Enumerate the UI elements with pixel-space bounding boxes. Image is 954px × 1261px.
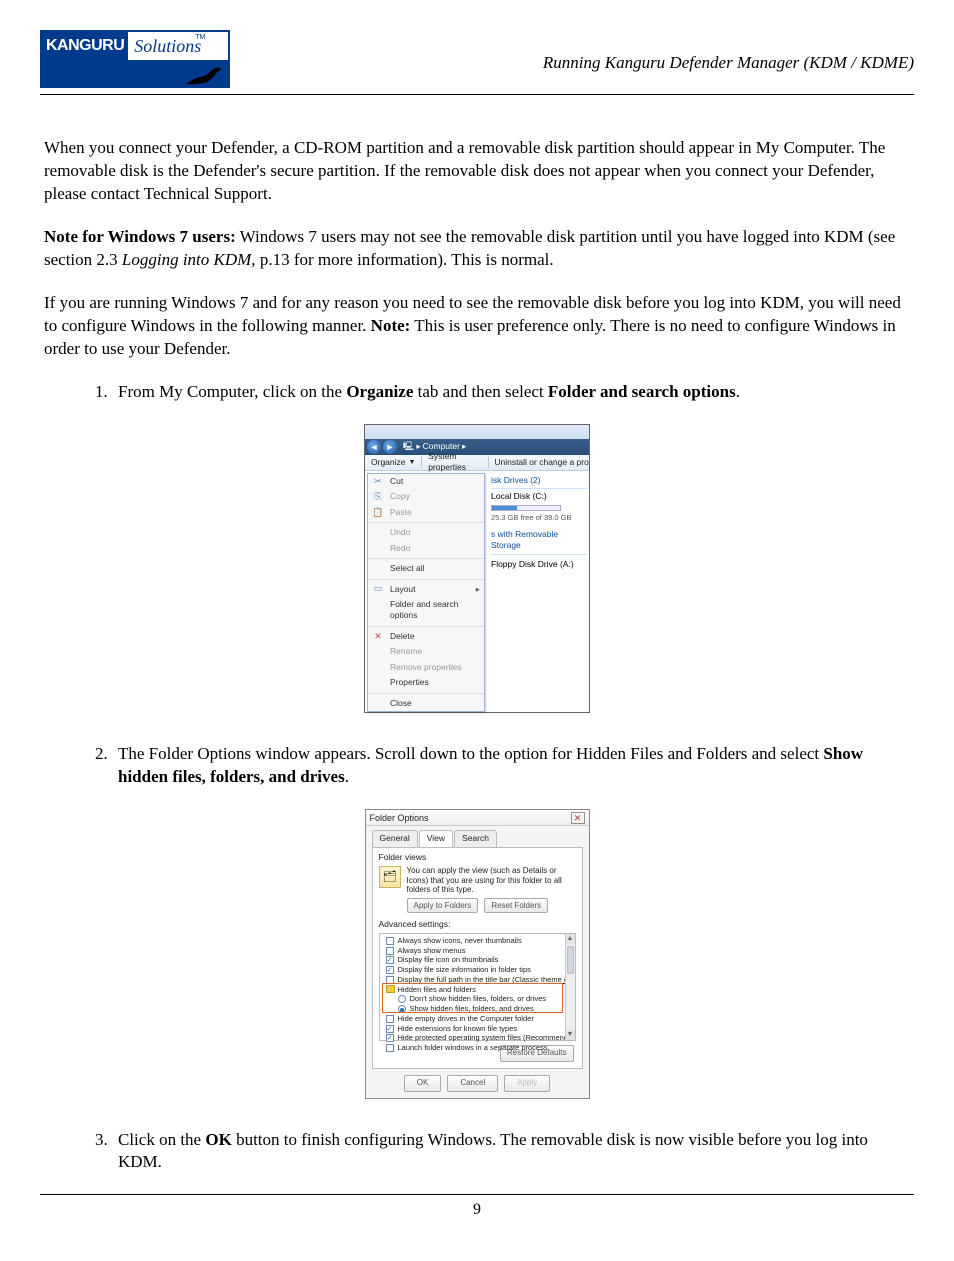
opt-file-size-tips[interactable]: ✓Display file size information in folder… bbox=[382, 965, 573, 975]
opt-dont-show-hidden[interactable]: Don't show hidden files, folders, or dri… bbox=[382, 994, 573, 1004]
dialog-tabs: General View Search bbox=[372, 830, 589, 846]
folder-views-icon: 🗂 bbox=[379, 866, 401, 888]
scroll-thumb[interactable] bbox=[567, 946, 574, 974]
nav-back-icon[interactable]: ◄ bbox=[367, 440, 381, 454]
opt-hidden-group: Hidden files and folders bbox=[382, 985, 573, 995]
opt-always-menus[interactable]: Always show menus bbox=[382, 946, 573, 956]
cancel-button[interactable]: Cancel bbox=[447, 1075, 498, 1092]
opt-hide-protected-os[interactable]: ✓Hide protected operating system files (… bbox=[382, 1033, 573, 1043]
opt-hide-empty-drives[interactable]: Hide empty drives in the Computer folder bbox=[382, 1014, 573, 1024]
uninstall-button[interactable]: Uninstall or change a program bbox=[488, 457, 589, 468]
folder-icon bbox=[386, 985, 395, 993]
screenshot-explorer: ◄ ► 🖳 ▸ Computer ▸ Organize▼ System prop… bbox=[364, 424, 590, 714]
menu-rename[interactable]: Rename bbox=[368, 644, 484, 659]
chevron-down-icon: ▼ bbox=[409, 458, 416, 467]
free-space-label: 25.3 GB free of 39.0 GB bbox=[491, 513, 587, 523]
brand-name-right: Solutions TM bbox=[128, 32, 207, 60]
menu-paste[interactable]: 📋Paste bbox=[368, 505, 484, 520]
dialog-panel: Folder views 🗂 You can apply the view (s… bbox=[372, 847, 583, 1069]
paragraph-intro: When you connect your Defender, a CD-ROM… bbox=[44, 137, 910, 206]
opt-show-hidden[interactable]: Show hidden files, folders, and drives bbox=[382, 1004, 573, 1014]
local-disk-label[interactable]: Local Disk (C:) bbox=[491, 491, 587, 502]
hard-drives-header: isk Drives (2) bbox=[491, 475, 587, 486]
scrollbar[interactable]: ▲ ▼ bbox=[565, 934, 575, 1040]
step-list-2: The Folder Options window appears. Scrol… bbox=[44, 743, 910, 789]
paragraph-config: If you are running Windows 7 and for any… bbox=[44, 292, 910, 361]
tab-general[interactable]: General bbox=[372, 830, 418, 846]
step-list-1: From My Computer, click on the Organize … bbox=[44, 381, 910, 404]
step-list-3: Click on the OK button to finish configu… bbox=[44, 1129, 910, 1175]
page-number: 9 bbox=[473, 1201, 481, 1218]
computer-icon: 🖳 bbox=[403, 441, 414, 452]
explorer-toolbar: Organize▼ System properties Uninstall or… bbox=[365, 455, 589, 471]
paste-icon: 📋 bbox=[372, 506, 384, 518]
apply-button[interactable]: Apply bbox=[504, 1075, 550, 1092]
paragraph-note-win7: Note for Windows 7 users: Windows 7 user… bbox=[44, 226, 910, 272]
brand-logo: KANGURU Solutions TM bbox=[40, 30, 230, 88]
cut-icon: ✂ bbox=[372, 475, 384, 487]
menu-remove-properties[interactable]: Remove properties bbox=[368, 660, 484, 675]
doc-section-title: Running Kanguru Defender Manager (KDM / … bbox=[543, 52, 914, 75]
layout-icon: ▭ bbox=[372, 583, 384, 595]
advanced-settings-list[interactable]: Always show icons, never thumbnails Alwa… bbox=[379, 933, 576, 1041]
close-button[interactable]: ✕ bbox=[571, 812, 585, 824]
opt-hide-extensions[interactable]: ✓Hide extensions for known file types bbox=[382, 1024, 573, 1034]
menu-copy[interactable]: ⎘Copy bbox=[368, 489, 484, 504]
menu-undo[interactable]: Undo bbox=[368, 525, 484, 540]
opt-file-icon-thumb[interactable]: ✓Display file icon on thumbnails bbox=[382, 955, 573, 965]
removable-header: s with Removable Storage bbox=[491, 529, 587, 552]
organize-menu: ✂Cut ⎘Copy 📋Paste Undo Redo Select all ▭… bbox=[367, 473, 485, 713]
step-2: The Folder Options window appears. Scrol… bbox=[112, 743, 910, 789]
opt-full-path-title[interactable]: Display the full path in the title bar (… bbox=[382, 975, 573, 985]
dialog-title: Folder Options bbox=[370, 812, 429, 824]
menu-redo[interactable]: Redo bbox=[368, 541, 484, 556]
opt-launch-separate[interactable]: Launch folder windows in a separate proc… bbox=[382, 1043, 573, 1053]
page-content: When you connect your Defender, a CD-ROM… bbox=[40, 137, 914, 1174]
page-footer: 9 bbox=[40, 1194, 914, 1221]
menu-close[interactable]: Close bbox=[368, 696, 484, 711]
header-rule bbox=[40, 94, 914, 95]
menu-delete[interactable]: ✕Delete bbox=[368, 629, 484, 644]
apply-to-folders-button[interactable]: Apply to Folders bbox=[407, 898, 479, 914]
advanced-settings-label: Advanced settings: bbox=[379, 919, 576, 930]
tab-view[interactable]: View bbox=[419, 830, 453, 846]
floppy-drive-label[interactable]: Floppy Disk Drive (A:) bbox=[491, 559, 587, 570]
menu-layout[interactable]: ▭Layout▸ bbox=[368, 582, 484, 597]
page-header: KANGURU Solutions TM Running Kanguru Def… bbox=[40, 30, 914, 88]
scroll-up-icon[interactable]: ▲ bbox=[566, 934, 575, 944]
dialog-titlebar: Folder Options ✕ bbox=[366, 810, 589, 826]
folder-views-label: Folder views bbox=[379, 852, 576, 863]
ok-button[interactable]: OK bbox=[404, 1075, 442, 1092]
chevron-right-icon: ▸ bbox=[476, 584, 480, 595]
scroll-down-icon[interactable]: ▼ bbox=[566, 1030, 575, 1040]
window-titlebar bbox=[365, 425, 589, 439]
copy-icon: ⎘ bbox=[372, 490, 384, 502]
tab-search[interactable]: Search bbox=[454, 830, 497, 846]
delete-icon: ✕ bbox=[372, 630, 384, 642]
organize-button[interactable]: Organize▼ bbox=[365, 457, 421, 468]
opt-always-icons[interactable]: Always show icons, never thumbnails bbox=[382, 936, 573, 946]
screenshot-folder-options: Folder Options ✕ General View Search Fol… bbox=[365, 809, 590, 1098]
menu-folder-search-options[interactable]: Folder and search options bbox=[368, 597, 484, 624]
folder-views-text: You can apply the view (such as Details … bbox=[407, 866, 576, 895]
step-3: Click on the OK button to finish configu… bbox=[112, 1129, 910, 1175]
reset-folders-button[interactable]: Reset Folders bbox=[484, 898, 548, 914]
menu-select-all[interactable]: Select all bbox=[368, 561, 484, 576]
kangaroo-icon bbox=[184, 64, 224, 86]
menu-properties[interactable]: Properties bbox=[368, 675, 484, 690]
explorer-content: isk Drives (2) Local Disk (C:) 25.3 GB f… bbox=[485, 471, 589, 713]
brand-name-left: KANGURU bbox=[42, 32, 128, 60]
step-1: From My Computer, click on the Organize … bbox=[112, 381, 910, 404]
menu-cut[interactable]: ✂Cut bbox=[368, 474, 484, 489]
nav-fwd-icon[interactable]: ► bbox=[383, 440, 397, 454]
